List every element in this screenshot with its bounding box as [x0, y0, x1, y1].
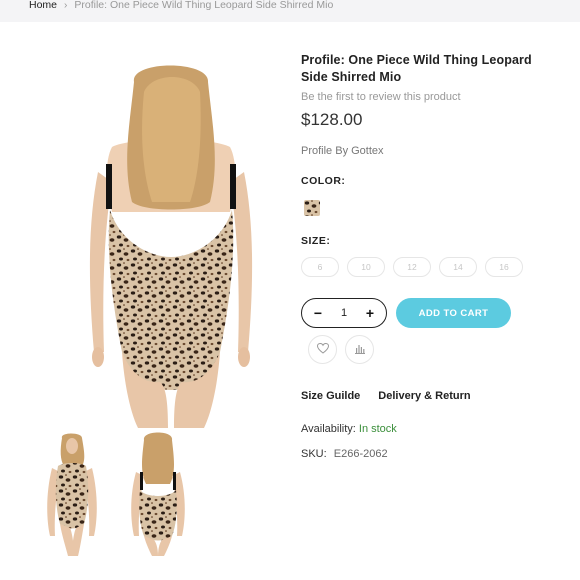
size-label: SIZE: — [301, 235, 331, 247]
quantity-stepper: − 1 + — [301, 298, 387, 328]
color-label: COLOR: — [301, 175, 346, 187]
review-link[interactable]: Be the first to review this product — [301, 91, 461, 103]
product-thumbnail-front[interactable] — [30, 432, 116, 556]
breadcrumb-separator: › — [64, 0, 68, 11]
sku: SKU: E266-2062 — [301, 448, 388, 460]
compare-button[interactable] — [345, 335, 374, 364]
sku-value: E266-2062 — [333, 448, 388, 460]
add-to-cart-button[interactable]: ADD TO CART — [396, 298, 511, 328]
bar-chart-icon — [354, 341, 366, 359]
size-option-16[interactable]: 16 — [485, 257, 523, 277]
breadcrumb-bar: Home › Profile: One Piece Wild Thing Leo… — [0, 0, 580, 22]
product-brand: Profile By Gottex — [301, 145, 384, 157]
delivery-return-link[interactable]: Delivery & Return — [378, 390, 470, 402]
size-option-12[interactable]: 12 — [393, 257, 431, 277]
product-price: $128.00 — [301, 110, 363, 129]
breadcrumb-home-link[interactable]: Home — [29, 0, 57, 11]
availability-status: In stock — [358, 423, 397, 435]
quantity-decrease-button[interactable]: − — [310, 306, 326, 320]
breadcrumb: Home › Profile: One Piece Wild Thing Leo… — [29, 0, 333, 11]
product-thumbnail-back[interactable] — [116, 432, 202, 556]
availability-label: Availability: — [301, 423, 356, 435]
product-title: Profile: One Piece Wild Thing Leopard Si… — [301, 53, 532, 84]
size-option-6[interactable]: 6 — [301, 257, 339, 277]
availability: Availability: In stock — [301, 423, 397, 435]
heart-icon — [316, 341, 329, 359]
size-options: 6 10 12 14 16 — [301, 257, 523, 277]
product-main-image[interactable] — [60, 52, 282, 428]
info-links: Size Guilde Delivery & Return — [301, 390, 471, 402]
size-option-14[interactable]: 14 — [439, 257, 477, 277]
sku-label: SKU: — [301, 448, 327, 460]
size-option-10[interactable]: 10 — [347, 257, 385, 277]
size-guide-link[interactable]: Size Guilde — [301, 390, 360, 402]
quantity-increase-button[interactable]: + — [362, 306, 378, 320]
breadcrumb-current: Profile: One Piece Wild Thing Leopard Si… — [74, 0, 334, 11]
color-swatch-leopard[interactable] — [304, 200, 320, 216]
wishlist-button[interactable] — [308, 335, 337, 364]
quantity-value[interactable]: 1 — [341, 307, 347, 319]
